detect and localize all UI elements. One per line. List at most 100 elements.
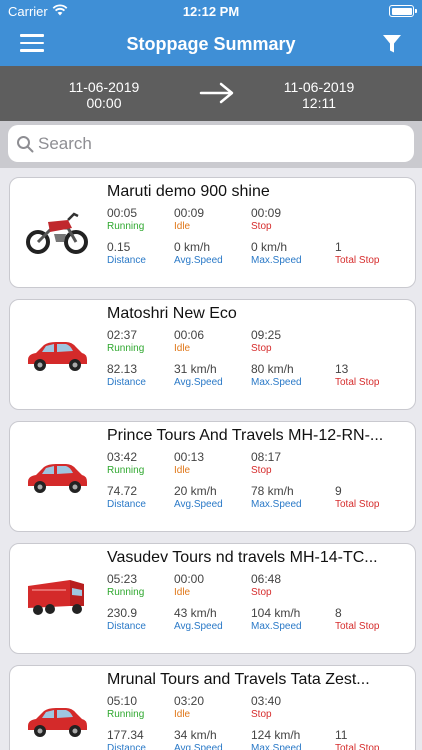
distance-label: Distance	[107, 621, 146, 632]
search-input[interactable]	[38, 128, 398, 159]
car-icon	[28, 464, 87, 493]
from-date[interactable]: 11-06-2019 00:00	[34, 79, 174, 111]
max-speed-stat: 0 km/h Max.Speed	[251, 240, 302, 267]
vehicle-card[interactable]: Prince Tours And Travels MH-12-RN-... 03…	[9, 421, 416, 532]
running-value: 02:37	[107, 328, 138, 342]
stop-label: Stop	[251, 221, 272, 232]
idle-stat: 00:06 Idle	[174, 328, 204, 355]
vehicle-name: Prince Tours And Travels MH-12-RN-...	[107, 427, 384, 444]
to-time-value: 12:11	[302, 95, 336, 111]
to-date-value: 11-06-2019	[283, 79, 355, 95]
total-stop-stat: 1 Total Stop	[335, 240, 379, 267]
arrow-right-icon	[199, 82, 234, 104]
from-time-value: 00:00	[86, 95, 122, 111]
total-stop-stat: 13 Total Stop	[335, 362, 379, 389]
running-label: Running	[107, 709, 145, 720]
avg-speed-label: Avg.Speed	[174, 255, 223, 266]
total-stop-value: 1	[335, 240, 342, 254]
vehicle-card[interactable]: Matoshri New Eco 02:37 Running 00:06 Idle …	[9, 299, 416, 410]
from-date-value: 11-06-2019	[68, 79, 140, 95]
stop-value: 06:48	[251, 572, 282, 586]
avg-speed-value: 0 km/h	[174, 240, 211, 254]
idle-label: Idle	[174, 709, 191, 720]
truck-icon	[28, 580, 84, 615]
idle-stat: 00:00 Idle	[174, 572, 204, 599]
running-value: 00:05	[107, 206, 138, 220]
total-stop-stat: 9 Total Stop	[335, 484, 379, 511]
date-range-bar[interactable]: 11-06-2019 00:00 11-06-2019 12:11	[0, 66, 422, 121]
running-label: Running	[107, 343, 145, 354]
vehicle-name: Maruti demo 900 shine	[107, 183, 270, 200]
max-speed-value: 0 km/h	[251, 240, 288, 254]
distance-stat: 177.34 Distance	[107, 728, 146, 750]
stop-stat: 00:09 Stop	[251, 206, 281, 233]
distance-value: 82.13	[107, 362, 138, 376]
distance-stat: 0.15 Distance	[107, 240, 146, 267]
to-date[interactable]: 11-06-2019 12:11	[249, 79, 389, 111]
car-icon	[28, 342, 87, 371]
stop-value: 09:25	[251, 328, 282, 342]
total-stop-label: Total Stop	[335, 743, 380, 750]
avg-speed-label: Avg.Speed	[174, 621, 223, 632]
max-speed-value: 104 km/h	[251, 606, 301, 620]
app-header: Carrier 12:12 PM Stoppage Summary	[0, 0, 422, 66]
vehicle-card[interactable]: Maruti demo 900 shine 00:05 Running 00:09…	[9, 177, 416, 288]
max-speed-value: 80 km/h	[251, 362, 294, 376]
idle-label: Idle	[174, 587, 191, 598]
vehicle-name: Vasudev Tours nd travels MH-14-TC...	[107, 549, 378, 566]
stop-value: 00:09	[251, 206, 282, 220]
max-speed-value: 124 km/h	[251, 728, 301, 742]
stop-label: Stop	[251, 709, 272, 720]
stop-stat: 09:25 Stop	[251, 328, 281, 355]
total-stop-stat: 8 Total Stop	[335, 606, 379, 633]
avg-speed-stat: 31 km/h Avg.Speed	[174, 362, 223, 389]
idle-label: Idle	[174, 221, 191, 232]
avg-speed-label: Avg.Speed	[174, 743, 223, 750]
avg-speed-value: 20 km/h	[174, 484, 217, 498]
stop-label: Stop	[251, 587, 272, 598]
running-stat: 03:42 Running	[107, 450, 144, 477]
stop-stat: 06:48 Stop	[251, 572, 281, 599]
max-speed-label: Max.Speed	[251, 499, 302, 510]
vehicle-name: Mrunal Tours and Travels Tata Zest...	[107, 671, 370, 688]
max-speed-label: Max.Speed	[251, 377, 302, 388]
stop-stat: 08:17 Stop	[251, 450, 281, 477]
avg-speed-stat: 34 km/h Avg.Speed	[174, 728, 223, 750]
max-speed-label: Max.Speed	[251, 255, 302, 266]
distance-label: Distance	[107, 743, 146, 750]
idle-stat: 00:13 Idle	[174, 450, 204, 477]
max-speed-stat: 104 km/h Max.Speed	[251, 606, 302, 633]
search-box[interactable]	[8, 125, 414, 162]
stop-stat: 03:40 Stop	[251, 694, 281, 721]
total-stop-label: Total Stop	[335, 621, 380, 632]
max-speed-stat: 80 km/h Max.Speed	[251, 362, 302, 389]
max-speed-label: Max.Speed	[251, 621, 302, 632]
max-speed-stat: 124 km/h Max.Speed	[251, 728, 302, 750]
total-stop-label: Total Stop	[335, 377, 380, 388]
avg-speed-stat: 43 km/h Avg.Speed	[174, 606, 223, 633]
running-stat: 00:05 Running	[107, 206, 144, 233]
total-stop-value: 9	[335, 484, 342, 498]
status-bar: Carrier 12:12 PM	[0, 0, 422, 22]
total-stop-value: 13	[335, 362, 349, 376]
idle-label: Idle	[174, 465, 191, 476]
running-label: Running	[107, 587, 145, 598]
total-stop-label: Total Stop	[335, 499, 380, 510]
distance-label: Distance	[107, 255, 146, 266]
vehicle-card[interactable]: Mrunal Tours and Travels Tata Zest... 05…	[9, 665, 416, 750]
stop-label: Stop	[251, 465, 272, 476]
max-speed-label: Max.Speed	[251, 743, 302, 750]
vehicle-card[interactable]: Vasudev Tours nd travels MH-14-TC... 05:…	[9, 543, 416, 654]
avg-speed-value: 34 km/h	[174, 728, 217, 742]
idle-stat: 00:09 Idle	[174, 206, 204, 233]
stop-label: Stop	[251, 343, 272, 354]
motorcycle-icon	[26, 212, 88, 254]
total-stop-value: 8	[335, 606, 342, 620]
idle-value: 00:00	[174, 572, 205, 586]
distance-value: 230.9	[107, 606, 138, 620]
filter-icon[interactable]	[382, 34, 402, 54]
battery-icon	[389, 5, 417, 17]
distance-stat: 230.9 Distance	[107, 606, 146, 633]
stop-value: 03:40	[251, 694, 282, 708]
distance-value: 0.15	[107, 240, 131, 254]
